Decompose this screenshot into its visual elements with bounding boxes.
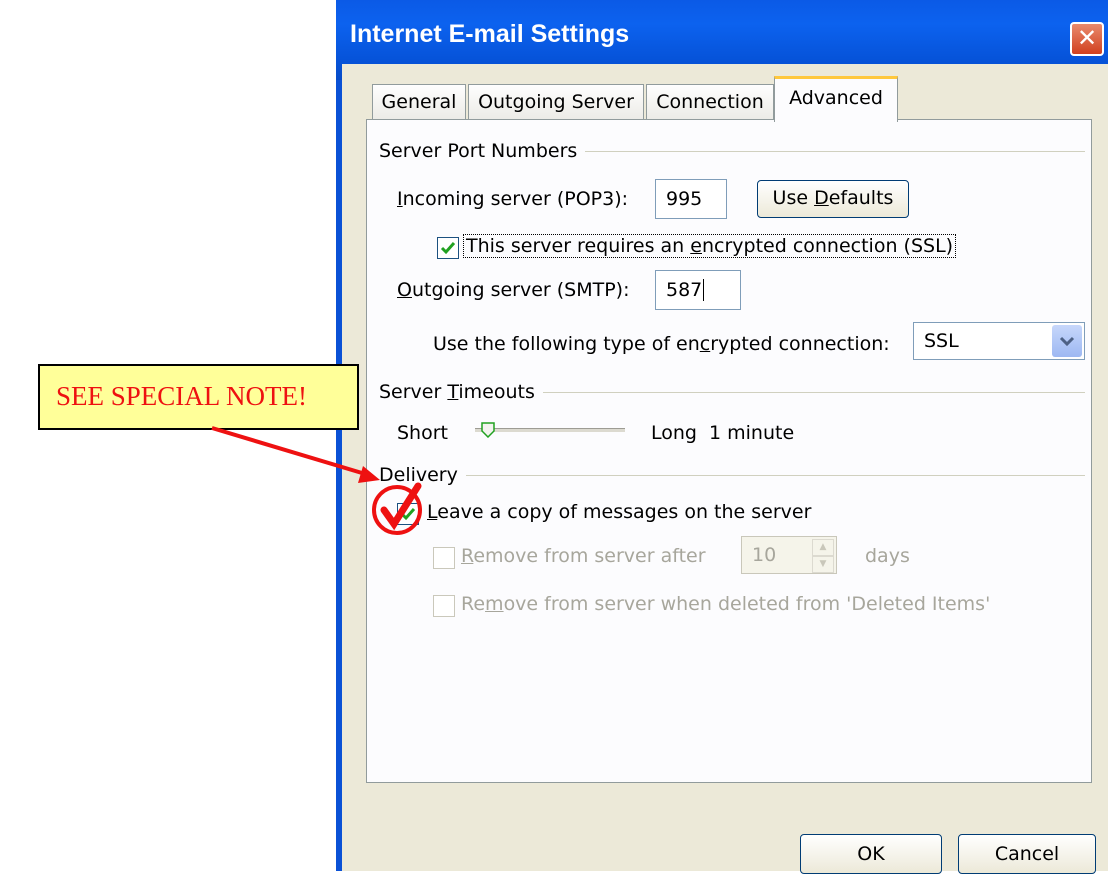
arrow-head-icon	[358, 466, 380, 483]
red-checkmark-icon	[380, 482, 422, 531]
annotation-overlay	[211, 426, 422, 535]
callout-arrow	[211, 426, 373, 478]
tab-advanced[interactable]: Advanced	[774, 76, 898, 122]
